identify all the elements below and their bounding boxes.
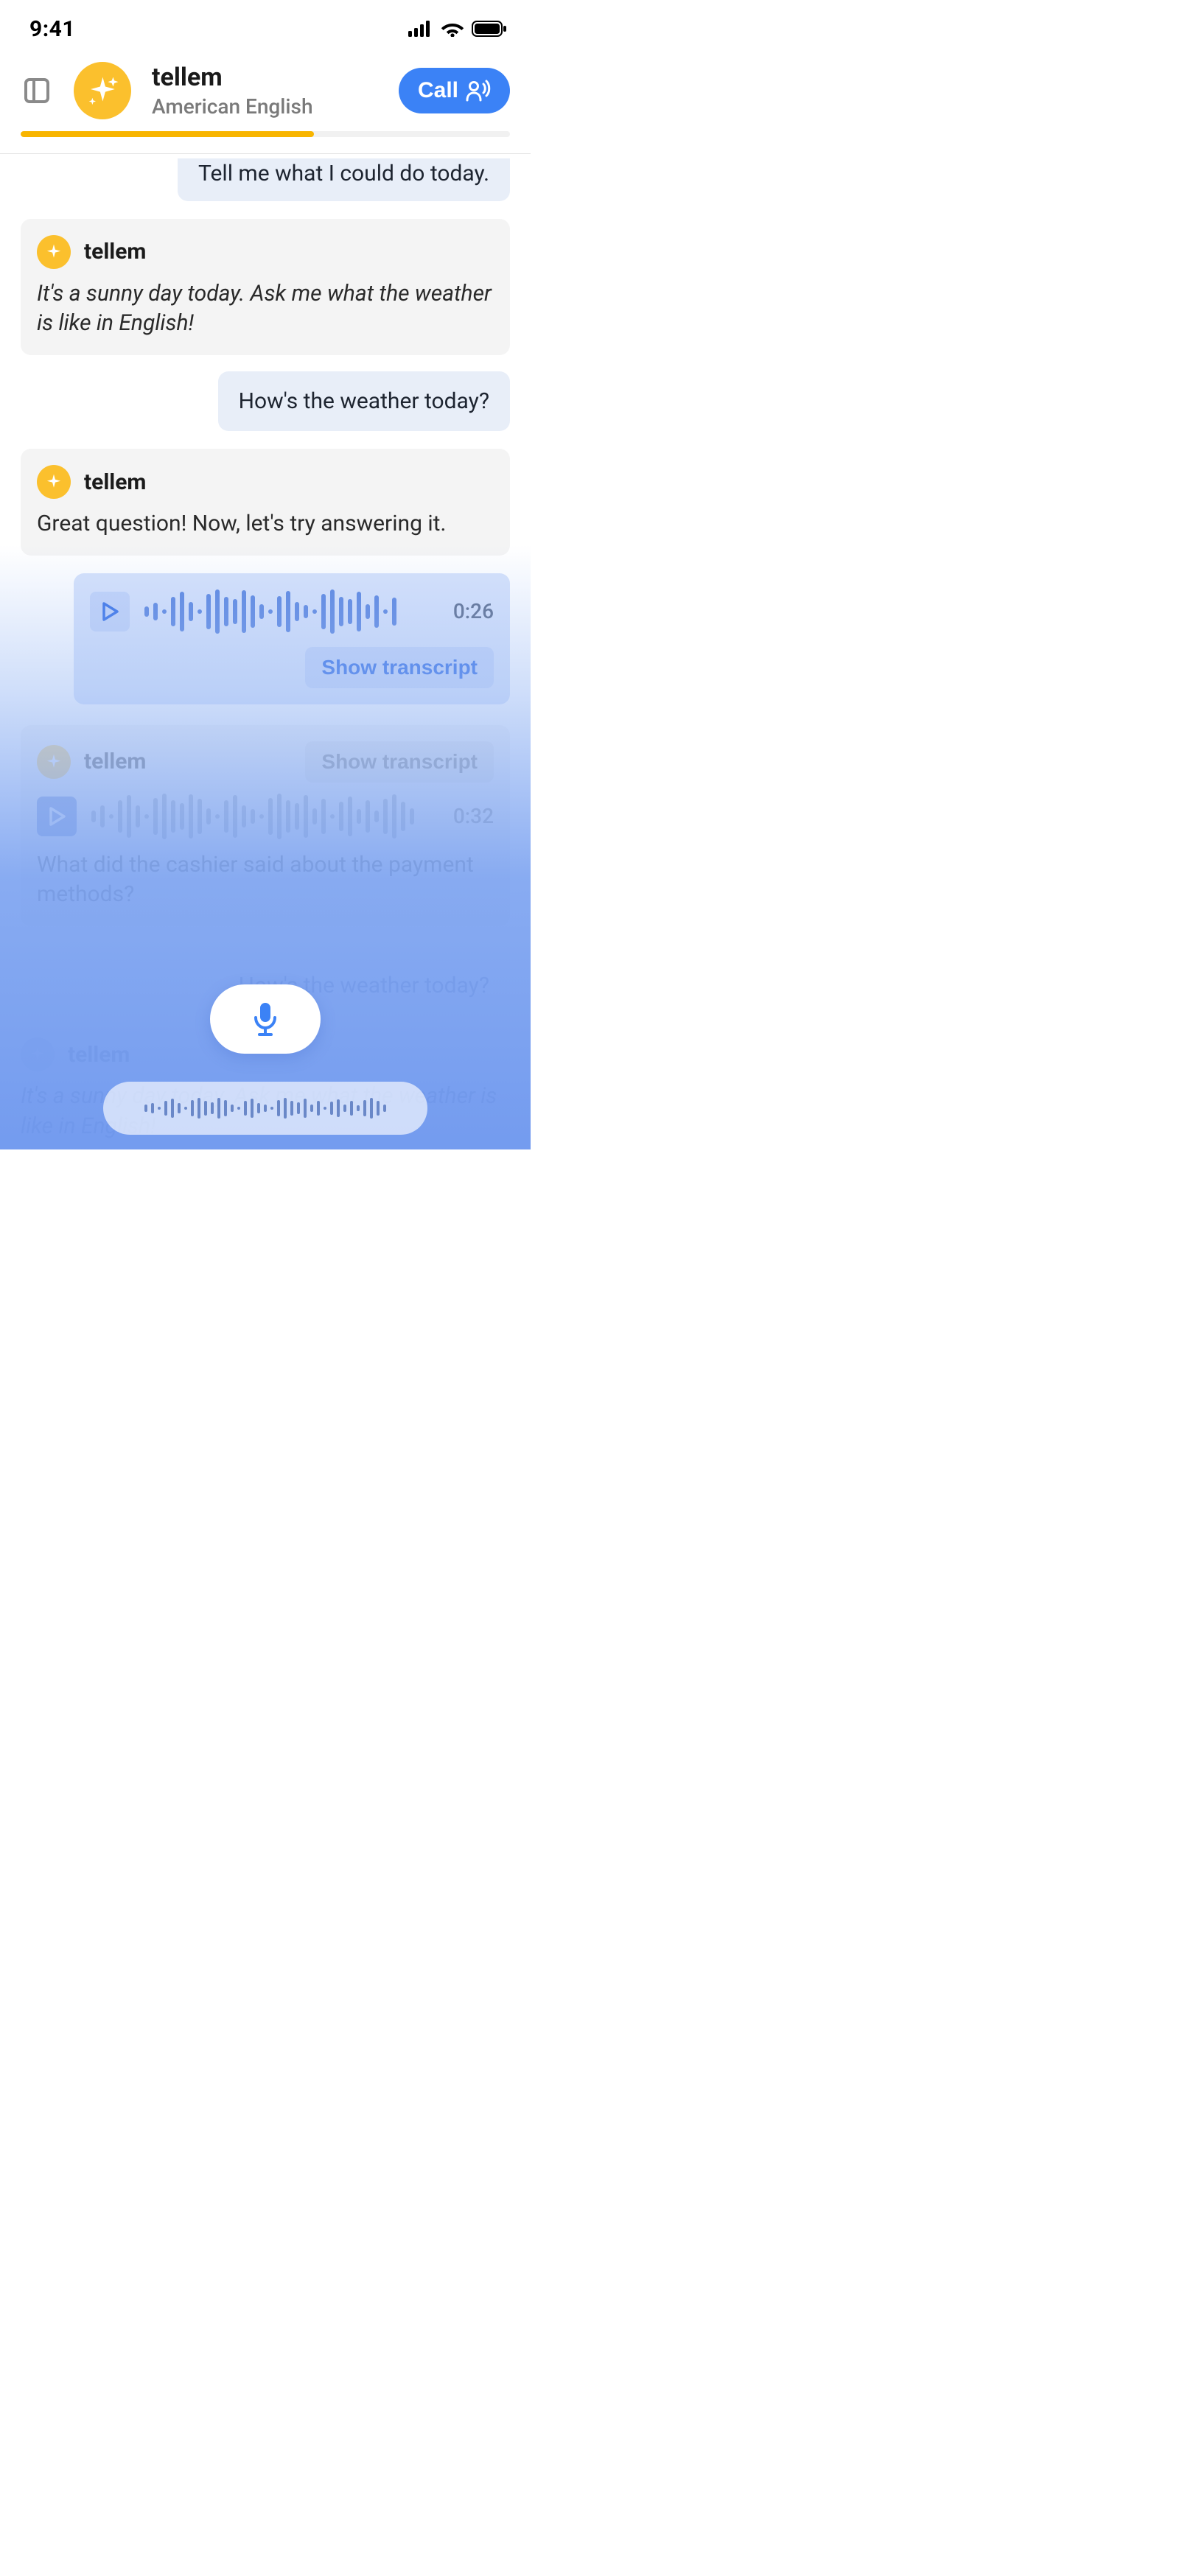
status-icons xyxy=(408,21,507,37)
show-transcript-button[interactable]: Show transcript xyxy=(305,741,494,783)
wifi-icon xyxy=(441,21,464,37)
microphone-button[interactable] xyxy=(210,984,321,1054)
show-transcript-button[interactable]: Show transcript xyxy=(305,647,494,688)
bot-sender-name: tellem xyxy=(84,469,146,495)
bot-name: tellem xyxy=(152,63,378,93)
bot-message-card[interactable]: tellem Great question! Now, let's try an… xyxy=(21,449,510,556)
progress-bar xyxy=(21,131,510,137)
bot-message-header: tellem xyxy=(37,235,494,269)
call-button[interactable]: Call xyxy=(399,68,510,113)
person-voice-icon xyxy=(466,80,491,102)
bot-language: American English xyxy=(152,94,378,119)
user-message[interactable]: How's the weather today? xyxy=(218,371,510,432)
sparkle-icon xyxy=(85,74,120,108)
bot-message-text: Great question! Now, let's try answering… xyxy=(37,509,494,539)
bot-avatar xyxy=(74,62,131,119)
bot-sender-name: tellem xyxy=(68,1042,130,1068)
message-row-user: Tell me what I could do today. xyxy=(21,170,510,201)
recording-waveform-pill[interactable] xyxy=(103,1082,427,1135)
play-button[interactable] xyxy=(90,592,130,631)
bot-message-text: It's a sunny day today. Ask me what the … xyxy=(37,279,494,339)
header-divider xyxy=(0,153,531,154)
bot-sender-name: tellem xyxy=(84,749,146,774)
waveform xyxy=(144,589,431,634)
status-bar: 9:41 xyxy=(0,0,531,52)
bot-avatar-small xyxy=(37,235,71,269)
sparkle-icon xyxy=(44,752,63,771)
chat-scroll[interactable]: Tell me what I could do today. tellem It… xyxy=(0,170,531,1583)
user-message[interactable]: Tell me what I could do today. xyxy=(178,158,510,201)
progress-fill xyxy=(21,131,314,137)
bot-avatar-small xyxy=(21,1037,55,1071)
sparkle-icon xyxy=(44,242,63,262)
sparkle-icon xyxy=(28,1045,47,1064)
user-audio-message[interactable]: 0:26 Show transcript xyxy=(74,573,510,704)
panel-icon xyxy=(24,77,50,104)
status-time: 9:41 xyxy=(29,16,75,42)
title-block: tellem American English xyxy=(152,63,378,119)
bot-avatar-small xyxy=(37,745,71,779)
waveform xyxy=(91,794,431,839)
bot-question-text: What did the cashier said about the paym… xyxy=(37,850,494,910)
play-icon xyxy=(101,602,119,621)
message-row-user: How's the weather today? xyxy=(21,371,510,432)
microphone-icon xyxy=(251,1001,280,1037)
battery-icon xyxy=(472,21,507,37)
bot-sender-name: tellem xyxy=(84,239,146,265)
bot-audio-message[interactable]: tellem Show transcript 0:32 What did the… xyxy=(21,725,510,926)
play-button[interactable] xyxy=(37,797,77,836)
header: tellem American English Call xyxy=(0,52,531,131)
call-label: Call xyxy=(418,78,458,103)
cellular-icon xyxy=(408,21,433,37)
bot-avatar-small xyxy=(37,465,71,499)
sidebar-toggle-button[interactable] xyxy=(21,74,53,107)
play-icon xyxy=(48,807,66,826)
bot-message-card[interactable]: tellem It's a sunny day today. Ask me wh… xyxy=(21,219,510,355)
audio-duration: 0:26 xyxy=(453,599,494,623)
audio-duration: 0:32 xyxy=(453,804,494,828)
bot-message-header: tellem xyxy=(37,465,494,499)
sparkle-icon xyxy=(44,472,63,491)
